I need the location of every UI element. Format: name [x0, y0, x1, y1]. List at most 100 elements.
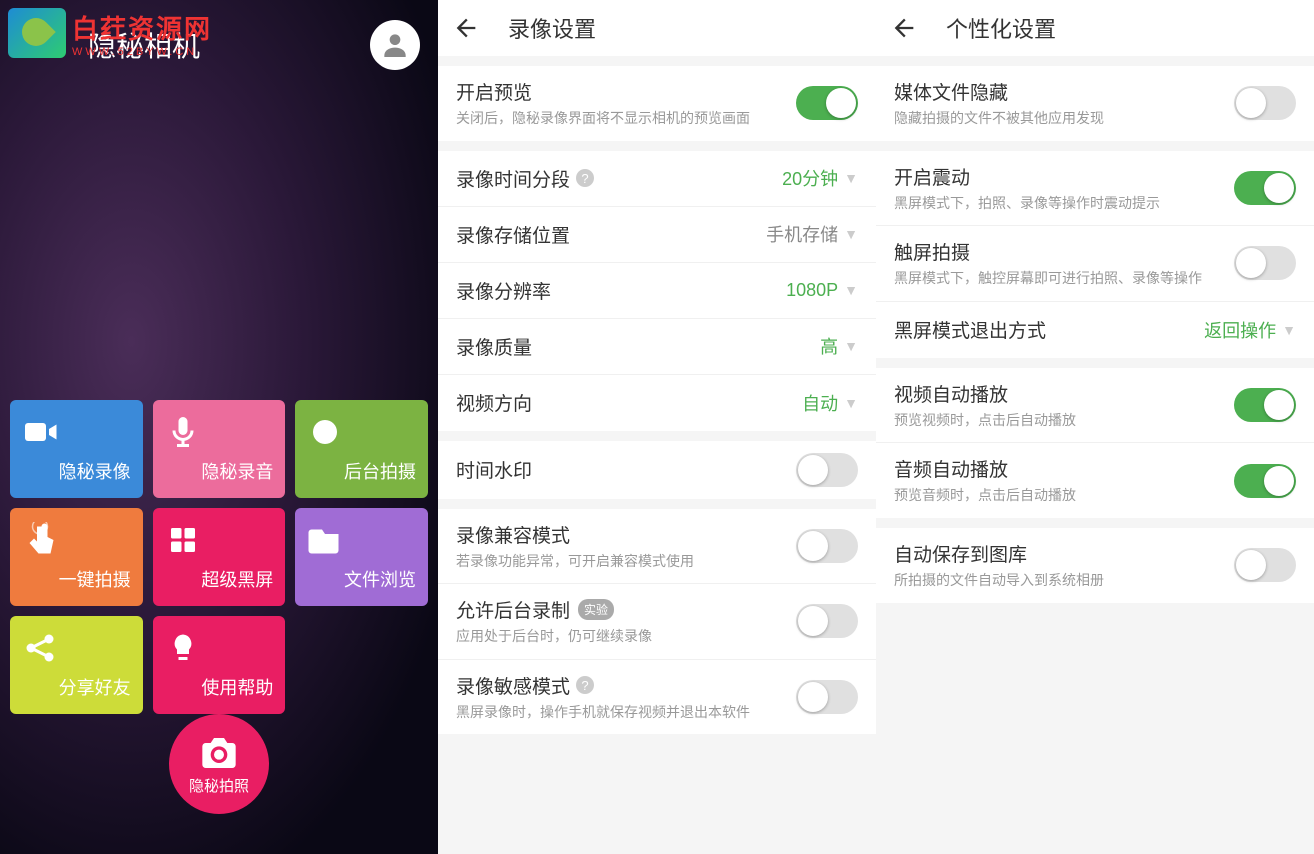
personalization-settings-screen: 个性化设置 媒体文件隐藏隐藏拍摄的文件不被其他应用发现开启震动黑屏模式下，拍照、…: [876, 0, 1314, 854]
setting-desc: 所拍摄的文件自动导入到系统相册: [894, 571, 1234, 591]
setting-row: 音频自动播放预览音频时，点击后自动播放: [876, 443, 1314, 518]
tile-bulb[interactable]: 使用帮助: [153, 616, 286, 714]
toggle[interactable]: [796, 529, 858, 563]
share-icon: [22, 630, 58, 666]
toggle[interactable]: [796, 604, 858, 638]
setting-row: 视频自动播放预览视频时，点击后自动播放: [876, 368, 1314, 444]
setting-row[interactable]: 录像时间分段?20分钟▼: [438, 151, 876, 207]
chevron-down-icon: ▼: [844, 282, 858, 298]
watermark-title: 白荭资源网: [72, 9, 212, 46]
help-icon[interactable]: ?: [576, 169, 594, 187]
setting-row[interactable]: 黑屏模式退出方式返回操作 ▼: [876, 302, 1314, 358]
chevron-down-icon: ▼: [1282, 322, 1296, 338]
back-button[interactable]: [452, 14, 480, 42]
setting-row: 录像兼容模式若录像功能异常，可开启兼容模式使用: [438, 509, 876, 585]
toggle[interactable]: [1234, 246, 1296, 280]
tile-label: 分享好友: [59, 674, 131, 700]
back-button[interactable]: [890, 14, 918, 42]
setting-value: 自动: [802, 390, 838, 416]
header: 个性化设置: [876, 0, 1314, 56]
tile-grid[interactable]: 超级黑屏: [153, 508, 286, 606]
tile-label: 隐秘录像: [59, 458, 131, 484]
setting-title: 黑屏模式退出方式: [894, 316, 1204, 343]
watermark-url: WWW.52BYW.CN: [72, 46, 212, 58]
profile-button[interactable]: [370, 20, 420, 70]
setting-desc: 应用处于后台时，仍可继续录像: [456, 627, 796, 647]
setting-desc: 隐藏拍摄的文件不被其他应用发现: [894, 109, 1234, 129]
tile-dot[interactable]: 后台拍摄: [295, 400, 428, 498]
setting-row[interactable]: 录像分辨率1080P▼: [438, 263, 876, 319]
toggle[interactable]: [1234, 86, 1296, 120]
folder-icon: [307, 522, 343, 558]
setting-title: 允许后台录制实验: [456, 596, 796, 623]
touch-icon: [22, 522, 58, 558]
setting-title: 视频方向: [456, 389, 802, 416]
tile-label: 超级黑屏: [201, 566, 273, 592]
toggle[interactable]: [796, 86, 858, 120]
setting-row[interactable]: 视频方向自动 ▼: [438, 375, 876, 431]
setting-desc: 黑屏录像时，操作手机就保存视频并退出本软件: [456, 703, 796, 723]
toggle[interactable]: [1234, 388, 1296, 422]
tile-label: 文件浏览: [344, 566, 416, 592]
setting-row: 时间水印: [438, 441, 876, 499]
setting-title: 时间水印: [456, 456, 796, 483]
tile-label: 后台拍摄: [344, 458, 416, 484]
video-icon: [22, 414, 58, 450]
mic-icon: [165, 414, 201, 450]
tile-label: 使用帮助: [201, 674, 273, 700]
setting-title: 录像兼容模式: [456, 521, 796, 548]
page-title: 录像设置: [508, 12, 596, 44]
setting-title: 开启震动: [894, 163, 1234, 190]
setting-value: 返回操作: [1204, 317, 1276, 343]
setting-row: 开启预览关闭后，隐秘录像界面将不显示相机的预览画面: [438, 66, 876, 141]
toggle[interactable]: [1234, 548, 1296, 582]
setting-title: 媒体文件隐藏: [894, 78, 1234, 105]
recording-settings-screen: 录像设置 开启预览关闭后，隐秘录像界面将不显示相机的预览画面 录像时间分段?20…: [438, 0, 876, 854]
bulb-icon: [165, 630, 201, 666]
capture-label: 隐秘拍照: [189, 775, 249, 796]
setting-desc: 预览音频时，点击后自动播放: [894, 486, 1234, 506]
setting-desc: 黑屏模式下，拍照、录像等操作时震动提示: [894, 194, 1234, 214]
help-icon[interactable]: ?: [576, 676, 594, 694]
tile-video[interactable]: 隐秘录像: [10, 400, 143, 498]
setting-row: 录像敏感模式? 黑屏录像时，操作手机就保存视频并退出本软件: [438, 660, 876, 735]
tile-folder[interactable]: 文件浏览: [295, 508, 428, 606]
toggle[interactable]: [1234, 464, 1296, 498]
setting-title: 自动保存到图库: [894, 540, 1234, 567]
setting-desc: 若录像功能异常，可开启兼容模式使用: [456, 552, 796, 572]
setting-desc: 预览视频时，点击后自动播放: [894, 411, 1234, 431]
toggle[interactable]: [796, 680, 858, 714]
toggle[interactable]: [1234, 171, 1296, 205]
chevron-down-icon: ▼: [844, 226, 858, 242]
setting-value: 高: [820, 333, 838, 359]
chevron-down-icon: ▼: [844, 395, 858, 411]
setting-row: 触屏拍摄黑屏模式下，触控屏幕即可进行拍照、录像等操作: [876, 226, 1314, 302]
user-icon: [379, 29, 411, 61]
watermark: 白荭资源网 WWW.52BYW.CN: [8, 8, 212, 58]
setting-desc: 黑屏模式下，触控屏幕即可进行拍照、录像等操作: [894, 269, 1234, 289]
setting-row[interactable]: 录像存储位置手机存储▼: [438, 207, 876, 263]
main-screen: 白荭资源网 WWW.52BYW.CN 隐秘相机 隐秘录像隐秘录音后台拍摄一键拍摄…: [0, 0, 438, 854]
badge: 实验: [578, 599, 614, 620]
back-arrow-icon: [890, 14, 918, 42]
tile-label: 隐秘录音: [201, 458, 273, 484]
tile-touch[interactable]: 一键拍摄: [10, 508, 143, 606]
toggle[interactable]: [796, 453, 858, 487]
capture-button[interactable]: 隐秘拍照: [169, 714, 269, 814]
chevron-down-icon: ▼: [844, 170, 858, 186]
tile-mic[interactable]: 隐秘录音: [153, 400, 286, 498]
back-arrow-icon: [452, 14, 480, 42]
setting-title: 录像分辨率: [456, 277, 786, 304]
setting-title: 录像敏感模式?: [456, 672, 796, 699]
setting-row: 允许后台录制实验应用处于后台时，仍可继续录像: [438, 584, 876, 660]
page-title: 个性化设置: [946, 12, 1056, 44]
dot-icon: [307, 414, 343, 450]
setting-row[interactable]: 录像质量高▼: [438, 319, 876, 375]
camera-icon: [199, 733, 239, 773]
tile-label: 一键拍摄: [59, 566, 131, 592]
header: 录像设置: [438, 0, 876, 56]
tile-share[interactable]: 分享好友: [10, 616, 143, 714]
setting-row: 自动保存到图库所拍摄的文件自动导入到系统相册: [876, 528, 1314, 603]
setting-title: 音频自动播放: [894, 455, 1234, 482]
chevron-down-icon: ▼: [844, 338, 858, 354]
